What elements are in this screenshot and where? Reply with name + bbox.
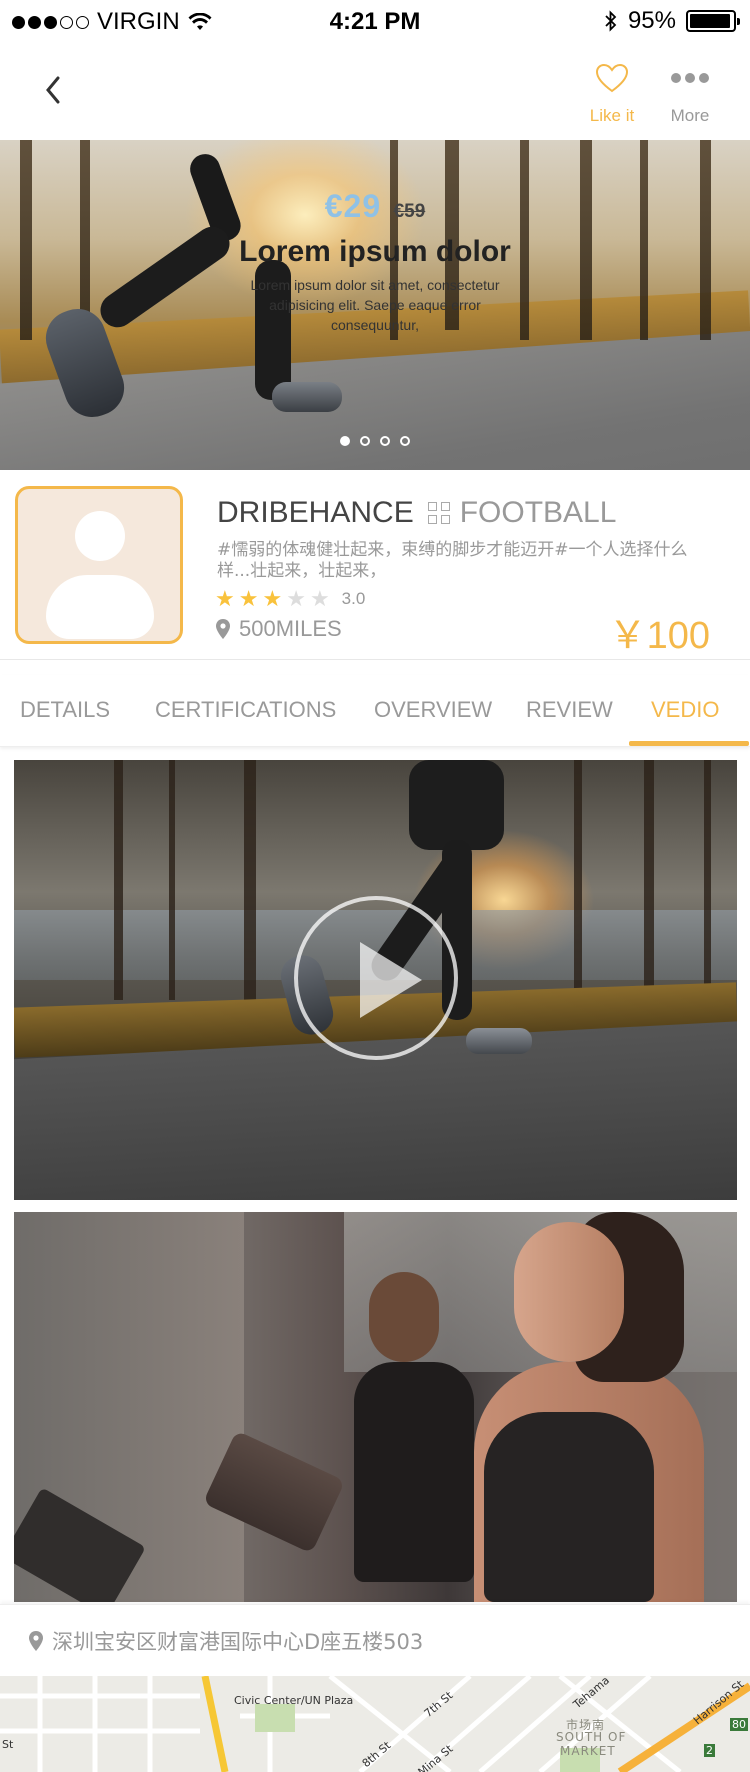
- battery-percent: 95%: [627, 7, 676, 34]
- address-bar[interactable]: 深圳宝安区财富港国际中心D座五楼503: [0, 1604, 750, 1676]
- like-label: Like it: [589, 106, 635, 125]
- map-label-st: St: [2, 1738, 14, 1751]
- carousel-dot[interactable]: [400, 436, 410, 446]
- heart-icon: [595, 63, 629, 93]
- tab-details[interactable]: DETAILS: [20, 697, 110, 723]
- tab-overview[interactable]: OVERVIEW: [374, 697, 492, 723]
- nav-bar: Like it More: [0, 42, 750, 140]
- active-tab-indicator: [629, 741, 749, 746]
- hero-price-current: €29: [324, 188, 382, 224]
- map-label-market: MARKET: [560, 1744, 616, 1758]
- distance: 500MILES: [215, 616, 342, 642]
- address-text: 深圳宝安区财富港国际中心D座五楼503: [52, 1629, 424, 1654]
- status-right: 95%: [604, 7, 740, 35]
- map-view[interactable]: Civic Center/UN Plaza 7th St 8th St Mina…: [0, 1676, 750, 1772]
- location-pin-icon: [216, 619, 230, 639]
- map-label-civic-center: Civic Center/UN Plaza: [234, 1694, 354, 1707]
- star-icon: ★: [262, 586, 283, 611]
- tab-certifications[interactable]: CERTIFICATIONS: [155, 697, 336, 723]
- service-price: ￥100: [608, 615, 710, 657]
- hero-title: Lorem ipsum dolor: [239, 235, 511, 268]
- video-thumbnail-gym[interactable]: [14, 1212, 737, 1602]
- more-dots-icon: [671, 73, 709, 83]
- star-icon: ★: [215, 586, 235, 611]
- star-rating: ★ ★ ★ ★ ★ 3.0: [215, 588, 365, 610]
- star-icon: ★: [286, 586, 306, 611]
- play-icon[interactable]: [294, 896, 458, 1060]
- hero-price: €29 €59: [0, 188, 750, 225]
- status-bar: VIRGIN 4:21 PM 95%: [0, 0, 750, 42]
- tab-review[interactable]: REVIEW: [526, 697, 613, 723]
- map-label-south-of: SOUTH OF: [556, 1730, 627, 1744]
- more-button[interactable]: More: [650, 60, 730, 126]
- carousel-indicator: [0, 436, 750, 446]
- like-button[interactable]: Like it: [572, 60, 652, 126]
- video-thumbnail-running[interactable]: [14, 760, 737, 1200]
- grid-category-icon: [427, 502, 450, 524]
- more-label: More: [670, 106, 710, 125]
- carousel-dot[interactable]: [380, 436, 390, 446]
- star-icon: ★: [238, 586, 259, 611]
- profile-info: DRIBEHANCE FOOTBALL #懦弱的体魂健壮起来，束缚的脚步才能迈开…: [0, 470, 750, 660]
- profile-name-row: DRIBEHANCE FOOTBALL: [217, 496, 616, 530]
- carousel-dot[interactable]: [340, 436, 350, 446]
- battery-icon: [686, 10, 740, 32]
- rating-value: 3.0: [341, 589, 366, 608]
- profile-description: #懦弱的体魂健壮起来，束缚的脚步才能迈开#一个人选择什么样...壮起来，壮起来，: [217, 540, 688, 581]
- tab-vedio[interactable]: VEDIO: [651, 697, 719, 723]
- avatar[interactable]: [15, 486, 183, 644]
- hero-description: Lorem ipsum dolor sit amet, consectetur …: [250, 277, 500, 333]
- distance-value: 500MILES: [239, 616, 342, 641]
- map-label-highway-80: 80: [730, 1718, 748, 1731]
- location-pin-icon: [29, 1630, 43, 1651]
- hero-banner[interactable]: €29 €59 Lorem ipsum dolor Lorem ipsum do…: [0, 140, 750, 470]
- star-icon: ★: [309, 586, 330, 611]
- carousel-dot[interactable]: [360, 436, 370, 446]
- profile-name: DRIBEHANCE: [217, 496, 414, 529]
- profile-category: FOOTBALL: [459, 496, 617, 529]
- bluetooth-icon: [605, 10, 617, 32]
- back-arrow-icon[interactable]: [38, 72, 74, 108]
- map-label-route-2: 2: [704, 1744, 715, 1757]
- tab-bar: DETAILS CERTIFICATIONS OVERVIEW REVIEW V…: [0, 675, 750, 747]
- hero-price-original: €59: [393, 201, 426, 222]
